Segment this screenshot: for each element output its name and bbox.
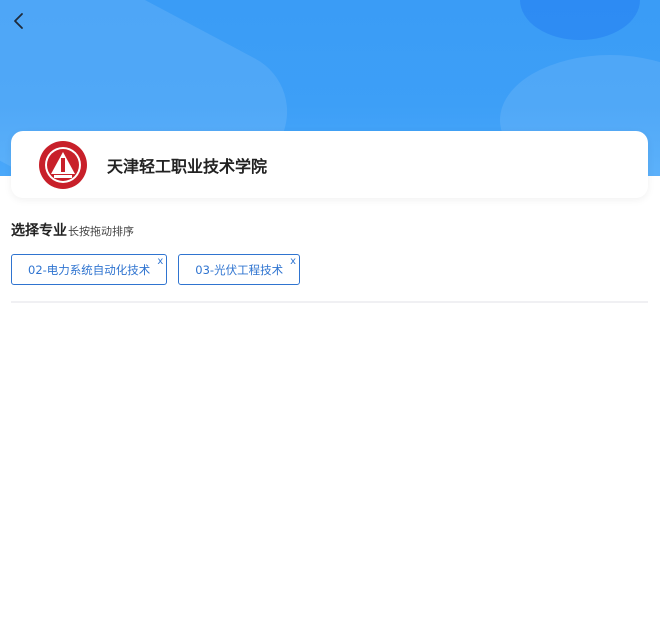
school-logo-icon: [38, 140, 88, 190]
remove-major-button[interactable]: x: [157, 256, 163, 268]
section-title: 选择专业: [11, 223, 67, 239]
major-tag[interactable]: 02-电力系统自动化技术 x: [11, 254, 168, 285]
header-decoration: [520, 0, 640, 40]
section-header: 选择专业 长按拖动排序: [11, 220, 134, 240]
school-name: 天津轻工职业技术学院: [107, 156, 268, 176]
back-button[interactable]: [6, 8, 32, 34]
school-card[interactable]: 天津轻工职业技术学院: [11, 131, 648, 198]
major-tag[interactable]: 03-光伏工程技术 x: [178, 254, 301, 285]
back-arrow-icon: [14, 13, 23, 29]
remove-major-button[interactable]: x: [290, 256, 296, 268]
selected-majors-list: 02-电力系统自动化技术 x 03-光伏工程技术 x: [11, 254, 311, 285]
divider: [11, 301, 648, 303]
major-tag-label: 02-电力系统自动化技术: [28, 262, 151, 277]
section-hint: 长按拖动排序: [68, 225, 134, 238]
major-tag-label: 03-光伏工程技术: [195, 262, 284, 277]
